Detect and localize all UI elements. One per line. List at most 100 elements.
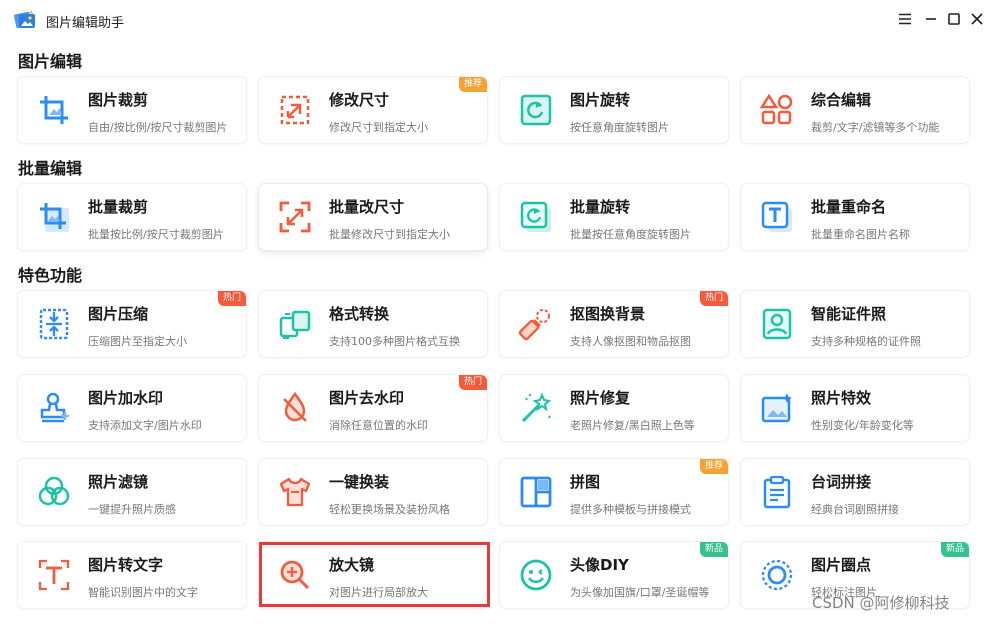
no-drop-icon — [277, 390, 313, 426]
card-image-compress[interactable]: 图片压缩 压缩图片至指定大小 热门 — [18, 291, 246, 357]
badge-hot: 热门 — [699, 291, 728, 306]
card-title: 修改尺寸 — [329, 91, 390, 109]
card-subtitle: 批量重命名图片名称 — [811, 228, 910, 241]
card-outfit-change[interactable]: 一键换装 轻松更换场景及装扮风格 — [259, 459, 487, 525]
card-subtitle: 支持添加文字/图片水印 — [88, 419, 202, 432]
card-subtitle: 批量按任意角度旋转图片 — [570, 228, 691, 241]
card-title: 批量旋转 — [570, 198, 631, 216]
card-title: 台词拼接 — [811, 473, 872, 491]
batch-resize-icon — [277, 199, 313, 235]
card-subtitle: 消除任意位置的水印 — [329, 419, 428, 432]
card-title: 头像DIY — [570, 556, 629, 574]
card-add-watermark[interactable]: 图片加水印 支持添加文字/图片水印 — [18, 375, 246, 441]
card-collage[interactable]: 拼图 提供多种模板与拼接模式 推荐 — [500, 459, 728, 525]
section-title-batch-edit: 批量编辑 — [18, 159, 83, 178]
card-title: 批量重命名 — [811, 198, 887, 216]
card-batch-crop[interactable]: 批量裁剪 批量按比例/按尺寸裁剪图片 — [18, 184, 246, 250]
format-convert-icon — [277, 306, 313, 342]
card-title: 图片裁剪 — [88, 91, 149, 109]
card-title: 放大镜 — [329, 556, 375, 574]
card-subtitle: 对图片进行局部放大 — [329, 586, 428, 599]
card-subtitle: 修改尺寸到指定大小 — [329, 121, 428, 134]
card-title: 图片转文字 — [88, 556, 164, 574]
card-batch-rename[interactable]: 批量重命名 批量重命名图片名称 — [741, 184, 969, 250]
card-subtitle: 支持100多种图片格式互换 — [329, 335, 460, 348]
card-subtitle: 裁剪/文字/滤镜等多个功能 — [811, 121, 940, 134]
badge-new: 新品 — [940, 542, 969, 557]
image-sparkle-icon — [759, 390, 795, 426]
card-all-in-one-edit[interactable]: 综合编辑 裁剪/文字/滤镜等多个功能 — [741, 77, 969, 143]
card-title: 格式转换 — [329, 305, 390, 323]
shapes-icon — [759, 92, 795, 128]
watermark-text: CSDN @阿修柳科技 — [812, 594, 950, 612]
card-magnifier[interactable]: 放大镜 对图片进行局部放大 — [259, 542, 487, 608]
stamp-icon — [36, 390, 72, 426]
smiley-icon — [518, 557, 554, 593]
card-id-photo[interactable]: 智能证件照 支持多种规格的证件照 — [741, 291, 969, 357]
card-subtitle: 批量按比例/按尺寸裁剪图片 — [88, 228, 224, 241]
card-title: 照片修复 — [570, 389, 631, 407]
card-subtitle: 性别变化/年龄变化等 — [811, 419, 914, 432]
card-subtitle: 支持多种规格的证件照 — [811, 335, 921, 348]
batch-crop-icon — [36, 199, 72, 235]
card-title: 图片加水印 — [88, 389, 164, 407]
card-batch-rotate[interactable]: 批量旋转 批量按任意角度旋转图片 — [500, 184, 728, 250]
magic-wand-icon — [518, 390, 554, 426]
section-title-featured: 特色功能 — [18, 266, 83, 285]
card-photo-restore[interactable]: 照片修复 老照片修复/黑白照上色等 — [500, 375, 728, 441]
card-image-to-text[interactable]: 图片转文字 智能识别图片中的文字 — [18, 542, 246, 608]
card-subtitle: 批量修改尺寸到指定大小 — [329, 228, 450, 241]
title-bar: 图片编辑助手 — [0, 0, 1000, 40]
section-title-image-edit: 图片编辑 — [18, 52, 83, 71]
badge-new: 新品 — [699, 542, 728, 557]
card-subtitle: 一键提升照片质感 — [88, 503, 176, 516]
card-subtitle: 按任意角度旋转图片 — [570, 121, 669, 134]
batch-rotate-icon — [518, 199, 554, 235]
card-title: 图片压缩 — [88, 305, 149, 323]
maximize-icon[interactable] — [945, 10, 963, 28]
card-cutout-background[interactable]: 抠图换背景 支持人像抠图和物品抠图 热门 — [500, 291, 728, 357]
minimize-icon[interactable] — [922, 10, 940, 28]
compress-icon — [36, 306, 72, 342]
close-icon[interactable] — [968, 10, 986, 28]
card-title: 批量裁剪 — [88, 198, 149, 216]
card-title: 批量改尺寸 — [329, 198, 405, 216]
card-format-convert[interactable]: 格式转换 支持100多种图片格式互换 — [259, 291, 487, 357]
card-title: 抠图换背景 — [570, 305, 646, 323]
card-remove-watermark[interactable]: 图片去水印 消除任意位置的水印 热门 — [259, 375, 487, 441]
batch-rename-icon — [759, 199, 795, 235]
card-subtitle: 压缩图片至指定大小 — [88, 335, 187, 348]
card-subtitle: 提供多种模板与拼接模式 — [570, 503, 691, 516]
card-avatar-diy[interactable]: 头像DIY 为头像加国旗/口罩/圣诞帽等 新品 — [500, 542, 728, 608]
card-photo-effects[interactable]: 照片特效 性别变化/年龄变化等 — [741, 375, 969, 441]
zoom-in-icon — [277, 557, 313, 593]
card-title: 一键换装 — [329, 473, 390, 491]
card-subtitle: 自由/按比例/按尺寸裁剪图片 — [88, 121, 228, 134]
card-subtitle: 智能识别图片中的文字 — [88, 586, 198, 599]
card-title: 照片特效 — [811, 389, 872, 407]
filter-circles-icon — [36, 474, 72, 510]
card-title: 拼图 — [570, 473, 601, 491]
card-image-rotate[interactable]: 图片旋转 按任意角度旋转图片 — [500, 77, 728, 143]
card-subtitle: 支持人像抠图和物品抠图 — [570, 335, 691, 348]
tshirt-icon — [277, 474, 313, 510]
card-resize[interactable]: 修改尺寸 修改尺寸到指定大小 推荐 — [259, 77, 487, 143]
card-batch-resize[interactable]: 批量改尺寸 批量修改尺寸到指定大小 — [259, 184, 487, 250]
app-logo-icon — [13, 8, 37, 32]
rotate-icon — [518, 92, 554, 128]
badge-hot: 热门 — [217, 291, 246, 306]
card-photo-filter[interactable]: 照片滤镜 一键提升照片质感 — [18, 459, 246, 525]
badge-recommend: 推荐 — [458, 77, 487, 92]
card-title: 智能证件照 — [811, 305, 887, 323]
clipboard-icon — [759, 474, 795, 510]
card-title: 综合编辑 — [811, 91, 872, 109]
card-subtitle: 经典台词剧照拼接 — [811, 503, 899, 516]
card-title: 图片去水印 — [329, 389, 405, 407]
badge-recommend: 推荐 — [699, 459, 728, 474]
menu-icon[interactable] — [896, 10, 914, 28]
card-dialogue-stitch[interactable]: 台词拼接 经典台词剧照拼接 — [741, 459, 969, 525]
card-title: 图片旋转 — [570, 91, 631, 109]
text-recognize-icon — [36, 557, 72, 593]
card-image-crop[interactable]: 图片裁剪 自由/按比例/按尺寸裁剪图片 — [18, 77, 246, 143]
app-title: 图片编辑助手 — [46, 16, 125, 31]
